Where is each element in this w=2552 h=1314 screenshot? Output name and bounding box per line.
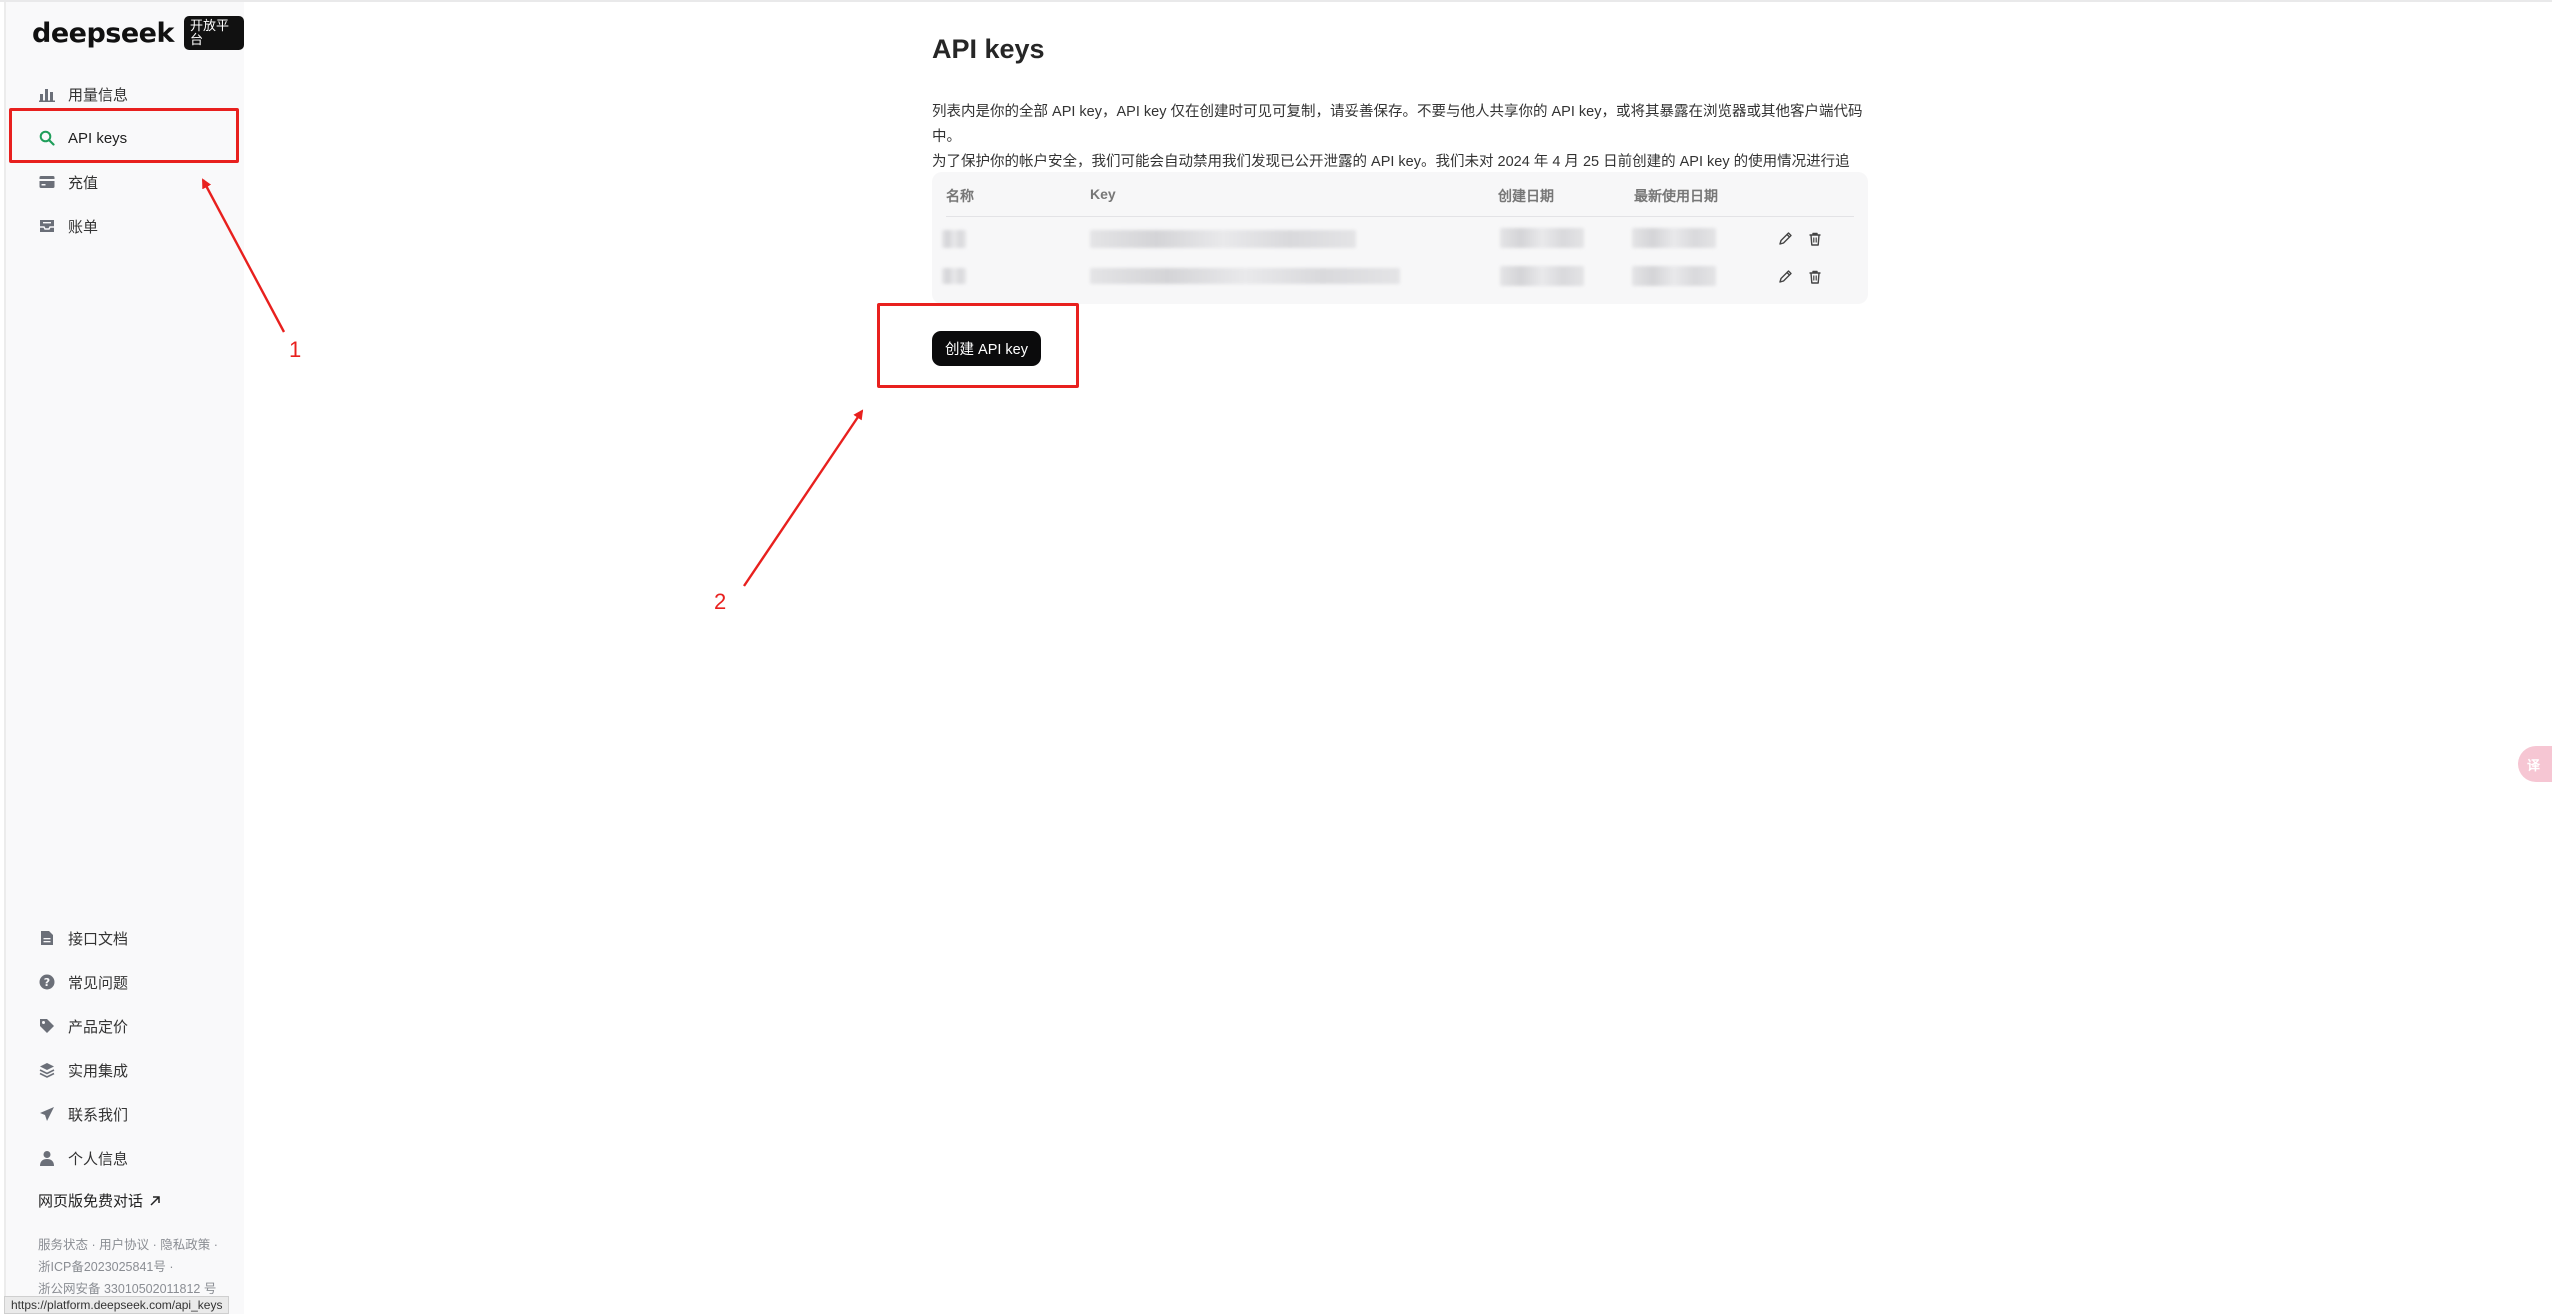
edit-key-button[interactable] (1774, 266, 1796, 288)
annotation-label-2: 2 (714, 589, 727, 614)
layers-icon (38, 1061, 56, 1079)
web-chat-link[interactable]: 网页版免费对话 (38, 1190, 161, 1211)
column-header-name: 名称 (946, 188, 974, 204)
sidebar-item-label: 接口文档 (68, 930, 129, 948)
created-date-redacted (1500, 266, 1584, 286)
last-used-date-redacted (1632, 266, 1716, 286)
key-name-redacted (942, 268, 966, 284)
key-value-redacted (1090, 230, 1356, 248)
column-header-created: 创建日期 (1498, 188, 1554, 204)
sidebar-item-profile[interactable]: 个人信息 (38, 1144, 128, 1172)
annotation-arrow-2 (743, 409, 864, 587)
sidebar-item-label: 充值 (68, 174, 99, 192)
column-header-last-used: 最新使用日期 (1634, 188, 1718, 204)
column-header-key: Key (1090, 186, 1116, 202)
sidebar-item-contact[interactable]: 联系我们 (38, 1100, 128, 1128)
delete-key-button[interactable] (1804, 266, 1826, 288)
sidebar-item-label: 用量信息 (68, 86, 129, 104)
sidebar: deepseek 开放平台 用量信息 API keys 充值 账单 接口文档 ?… (4, 2, 244, 1314)
key-name-redacted (942, 230, 966, 248)
sidebar-item-label: 产品定价 (68, 1018, 129, 1036)
svg-text:?: ? (44, 976, 50, 989)
pencil-icon (1779, 232, 1792, 245)
top-border (0, 0, 2552, 2)
description-line-1: 列表内是你的全部 API key，API key 仅在创建时可见可复制，请妥善保… (932, 104, 1863, 145)
pencil-icon (1779, 270, 1792, 283)
bar-chart-icon (38, 85, 56, 103)
sidebar-item-label: 实用集成 (68, 1062, 129, 1080)
sidebar-item-usage[interactable]: 用量信息 (38, 80, 128, 108)
send-icon (38, 1105, 56, 1123)
wallet-icon (38, 173, 56, 191)
trash-icon (1809, 270, 1821, 284)
translate-icon: 译 (2527, 757, 2541, 773)
trash-icon (1809, 232, 1821, 246)
key-value-redacted (1090, 268, 1400, 284)
brand-badge: 开放平台 (183, 16, 244, 50)
document-icon (38, 929, 56, 947)
header-divider (946, 216, 1854, 217)
brand-name: deepseek (32, 17, 174, 49)
sidebar-item-faq[interactable]: ? 常见问题 (38, 968, 128, 996)
annotation-box-api-keys (9, 108, 239, 163)
delete-key-button[interactable] (1804, 228, 1826, 250)
footer-line-2[interactable]: 浙ICP备2023025841号 · (38, 1256, 218, 1278)
api-keys-table: 名称 Key 创建日期 最新使用日期 (932, 172, 1868, 304)
footer-line-1[interactable]: 服务状态 · 用户协议 · 隐私政策 · (38, 1234, 218, 1256)
external-arrow-icon (150, 1195, 160, 1206)
question-icon: ? (38, 973, 56, 991)
sidebar-item-label: 个人信息 (68, 1150, 129, 1168)
sidebar-item-label: 账单 (68, 218, 99, 236)
sidebar-item-label: 常见问题 (68, 974, 129, 992)
tag-icon (38, 1017, 56, 1035)
sidebar-item-recharge[interactable]: 充值 (38, 168, 98, 196)
page-title: API keys (932, 34, 1045, 64)
footer-links: 服务状态 · 用户协议 · 隐私政策 · 浙ICP备2023025841号 · … (38, 1234, 218, 1300)
brand[interactable]: deepseek 开放平台 (32, 16, 244, 50)
sidebar-item-docs[interactable]: 接口文档 (38, 924, 128, 952)
sidebar-item-label: 联系我们 (68, 1106, 129, 1124)
edit-key-button[interactable] (1774, 228, 1796, 250)
sidebar-item-bills[interactable]: 账单 (38, 212, 98, 240)
annotation-label-1: 1 (289, 337, 302, 362)
bill-icon (38, 217, 56, 235)
web-chat-label: 网页版免费对话 (38, 1193, 144, 1210)
annotation-box-create-button (877, 303, 1079, 388)
status-bar-url: https://platform.deepseek.com/api_keys (4, 1296, 230, 1314)
created-date-redacted (1500, 228, 1584, 248)
user-icon (38, 1149, 56, 1167)
sidebar-item-pricing[interactable]: 产品定价 (38, 1012, 128, 1040)
sidebar-item-integrations[interactable]: 实用集成 (38, 1056, 128, 1084)
translate-widget[interactable]: 译 (2518, 746, 2552, 782)
last-used-date-redacted (1632, 228, 1716, 248)
